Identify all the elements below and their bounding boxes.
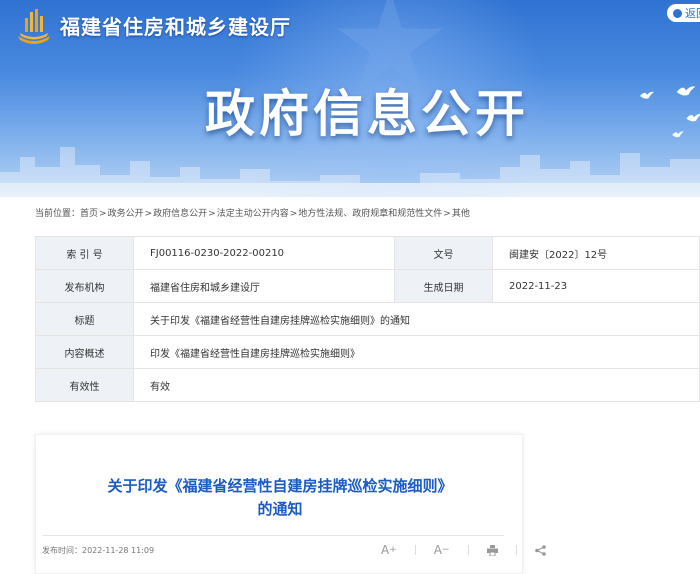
breadcrumb-separator: >	[208, 209, 216, 219]
font-increase-button[interactable]: A +	[381, 543, 397, 557]
dove-icon	[676, 86, 696, 96]
font-increase-letter: A	[381, 543, 390, 557]
back-arrow-icon	[673, 8, 682, 18]
header-banner: 福建省住房和城乡建设厅 返回 政府信息公开	[0, 0, 700, 197]
banner-title: 政府信息公开	[205, 85, 529, 143]
breadcrumb-separator: >	[144, 209, 153, 219]
share-icon[interactable]	[534, 544, 546, 556]
dove-icon	[672, 131, 684, 138]
publish-time: 发布时间：2022-11-28 11:09	[42, 545, 154, 556]
toolbar-separator	[414, 545, 416, 555]
breadcrumb-item-affairs[interactable]: 政务公开	[108, 209, 144, 219]
validity-value: 有效	[133, 368, 700, 402]
table-row: 内容概述 印发《福建省经营性自建房挂牌巡检实施细则》	[35, 335, 700, 369]
breadcrumb-prefix: 当前位置：	[35, 209, 81, 219]
breadcrumb-item-other[interactable]: 其他	[452, 209, 470, 219]
table-row: 发布机构 福建省住房和城乡建设厅 生成日期 2022-11-23	[35, 269, 700, 303]
title-label: 标题	[35, 302, 134, 336]
table-row: 索 引 号 FJ00116-0230-2022-00210 文号 闽建安〔202…	[35, 236, 700, 270]
breadcrumb-separator: >	[99, 209, 107, 219]
title-value: 关于印发《福建省经营性自建房挂牌巡检实施细则》的通知	[133, 302, 700, 336]
article-card: 关于印发《福建省经营性自建房挂牌巡检实施细则》的通知 发布时间：2022-11-…	[35, 434, 546, 574]
back-button[interactable]: 返回	[667, 4, 700, 22]
breadcrumb: 当前位置：首页>政务公开>政府信息公开>法定主动公开内容>地方性法规、政府规章和…	[35, 206, 470, 219]
breadcrumb-item-statutory[interactable]: 法定主动公开内容	[217, 209, 289, 219]
toolbar-separator	[515, 545, 517, 555]
font-decrease-sign: −	[441, 545, 450, 555]
print-icon[interactable]	[486, 544, 498, 556]
date-label: 生成日期	[394, 269, 493, 303]
back-button-label: 返回	[685, 7, 700, 20]
publisher-value: 福建省住房和城乡建设厅	[133, 269, 395, 303]
font-decrease-button[interactable]: A −	[434, 543, 450, 557]
index-label: 索 引 号	[35, 236, 134, 270]
article-title: 关于印发《福建省经营性自建房挂牌巡检实施细则》的通知	[107, 477, 453, 518]
summary-label: 内容概述	[35, 335, 134, 369]
publisher-label: 发布机构	[35, 269, 134, 303]
dove-icon	[640, 91, 654, 99]
breadcrumb-separator: >	[443, 209, 451, 219]
breadcrumb-item-info-disclosure[interactable]: 政府信息公开	[153, 209, 207, 219]
article-toolbar: A + A −	[381, 543, 546, 557]
summary-value: 印发《福建省经营性自建房挂牌巡检实施细则》	[133, 335, 700, 369]
site-name[interactable]: 福建省住房和城乡建设厅	[60, 11, 291, 40]
table-row: 有效性 有效	[35, 368, 700, 402]
logo-emblem-icon[interactable]	[14, 6, 54, 46]
table-row: 标题 关于印发《福建省经营性自建房挂牌巡检实施细则》的通知	[35, 302, 700, 336]
publish-time-value: 2022-11-28 11:09	[82, 546, 155, 555]
validity-label: 有效性	[35, 368, 134, 402]
breadcrumb-item-home[interactable]: 首页	[80, 209, 98, 219]
publish-time-label: 发布时间：	[42, 546, 82, 555]
font-decrease-letter: A	[433, 543, 442, 557]
dove-icon	[686, 113, 700, 122]
date-value: 2022-11-23	[492, 269, 700, 303]
font-increase-sign: +	[389, 545, 397, 555]
breadcrumb-item-regulations[interactable]: 地方性法规、政府规章和规范性文件	[298, 209, 442, 219]
divider	[42, 535, 504, 536]
breadcrumb-separator: >	[289, 209, 298, 219]
docno-label: 文号	[394, 236, 493, 270]
docno-value: 闽建安〔2022〕12号	[492, 236, 700, 270]
info-table: 索 引 号 FJ00116-0230-2022-00210 文号 闽建安〔202…	[35, 236, 700, 402]
toolbar-separator	[467, 545, 469, 555]
index-value: FJ00116-0230-2022-00210	[133, 236, 395, 270]
